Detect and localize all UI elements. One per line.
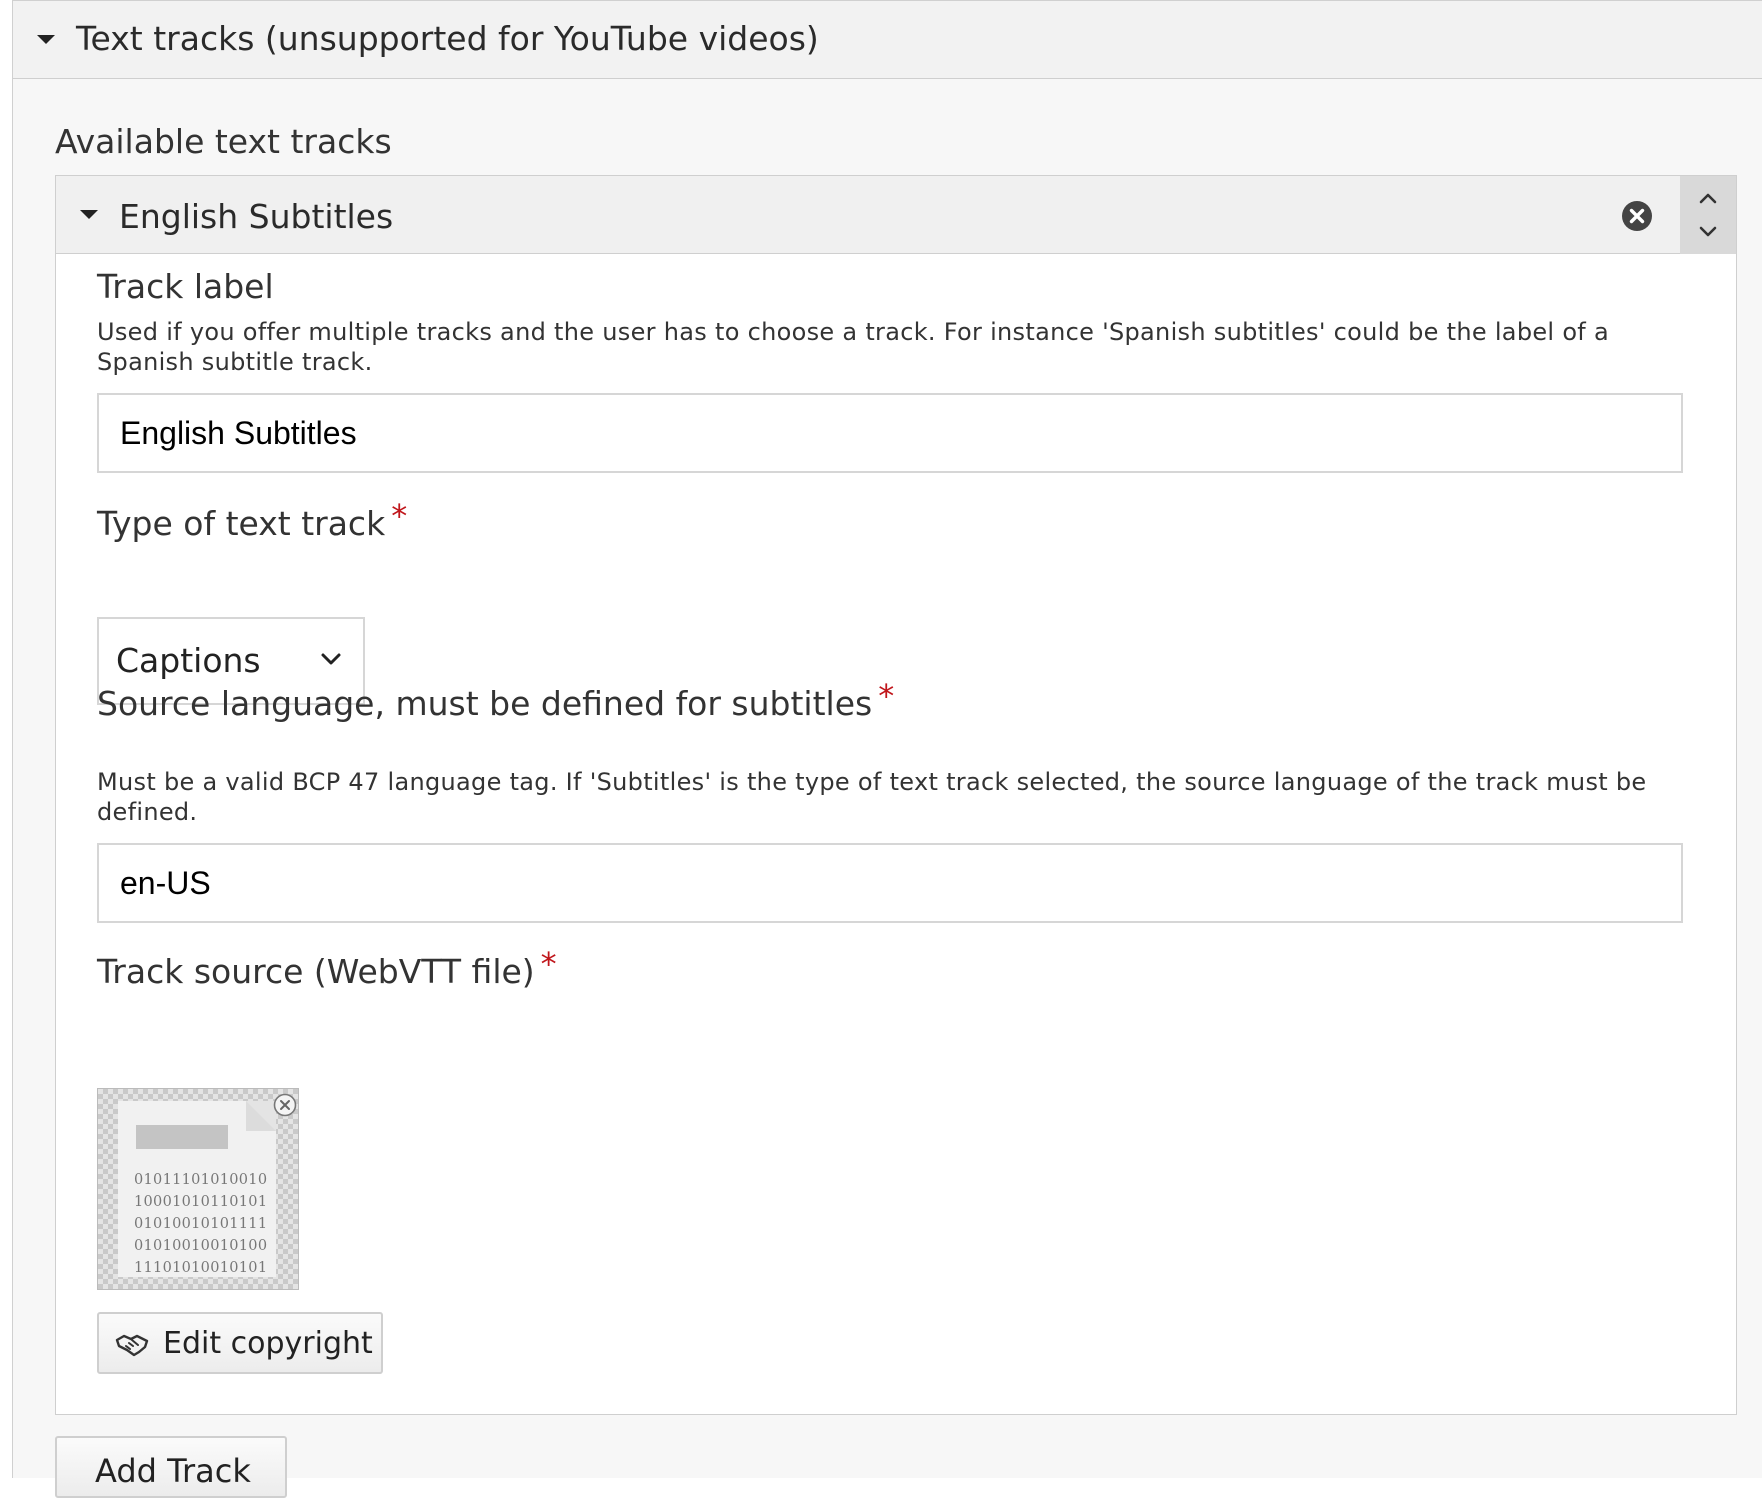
track-label-description: Used if you offer multiple tracks and th… [97,318,1609,376]
chevron-up-icon[interactable] [1694,184,1722,212]
track-label-input[interactable]: English Subtitles [97,393,1683,473]
remove-track-icon[interactable] [1621,200,1653,232]
edit-copyright-button[interactable]: Edit copyright [97,1312,383,1374]
track-header[interactable]: English Subtitles [56,176,1736,254]
text-tracks-title: Text tracks (unsupported for YouTube vid… [76,19,819,58]
add-track-label: Add Track [95,1452,251,1490]
caret-down-icon [37,35,55,44]
source-language-input[interactable]: en-US [97,843,1683,923]
caret-down-icon [80,210,98,219]
source-language-description: Must be a valid BCP 47 language tag. If … [97,768,1647,826]
chevron-down-icon[interactable] [1694,218,1722,246]
track-type-value: Captions [116,641,261,680]
edit-copyright-label: Edit copyright [163,1326,373,1361]
file-thumbnail-icon[interactable]: 01011101010010 10001010110101 0101001010… [97,1088,299,1290]
remove-file-icon[interactable] [273,1093,297,1117]
text-tracks-panel: Text tracks (unsupported for YouTube vid… [12,0,1762,1498]
track-source-heading: Track source (WebVTT file) * [97,945,557,991]
track-type-heading: Type of text track * [97,497,408,543]
required-marker: * [878,677,895,715]
track-title: English Subtitles [119,197,394,236]
add-track-button[interactable]: Add Track [55,1436,287,1498]
chevron-down-icon [321,653,341,665]
document-graphic: 01011101010010 10001010110101 0101001010… [118,1101,276,1277]
order-controls [1680,176,1736,254]
available-tracks-label: Available text tracks [55,122,392,161]
text-tracks-header[interactable]: Text tracks (unsupported for YouTube vid… [13,1,1762,79]
track-item: English Subtitles Track label Used if yo… [55,175,1737,1415]
required-marker: * [391,497,408,535]
handshake-icon [115,1334,149,1357]
source-language-heading: Source language, must be defined for sub… [97,677,895,723]
track-label-heading: Track label [97,267,274,306]
required-marker: * [540,945,557,983]
